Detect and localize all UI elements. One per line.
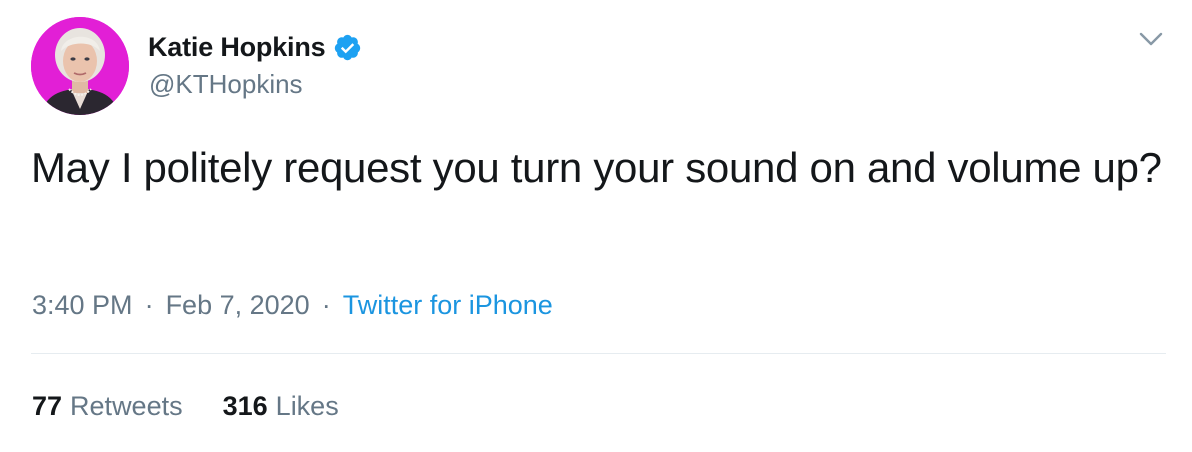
avatar-portrait: [31, 17, 129, 115]
tweet-source-link[interactable]: Twitter for iPhone: [343, 290, 553, 321]
display-name-row: Katie Hopkins: [148, 29, 362, 65]
user-handle[interactable]: @KTHopkins: [149, 69, 303, 100]
tweet-text: May I politely request you turn your sou…: [31, 144, 1162, 191]
tweet-stats: 77 Retweets 316 Likes: [32, 387, 379, 425]
chevron-down-icon[interactable]: [1138, 30, 1164, 48]
verified-badge-icon: [333, 33, 362, 62]
meta-separator: ·: [321, 289, 331, 320]
tweet-card: Katie Hopkins @KTHopkins May I politely …: [0, 0, 1192, 452]
display-name[interactable]: Katie Hopkins: [148, 32, 326, 63]
divider: [31, 353, 1166, 354]
likes-stat[interactable]: 316 Likes: [223, 391, 339, 422]
retweets-stat[interactable]: 77 Retweets: [32, 391, 183, 422]
avatar[interactable]: [31, 17, 129, 115]
likes-count: 316: [222, 390, 268, 421]
retweets-count: 77: [32, 390, 63, 421]
meta-separator: ·: [144, 289, 154, 320]
tweet-date[interactable]: Feb 7, 2020: [166, 290, 310, 321]
tweet-time[interactable]: 3:40 PM: [32, 290, 133, 321]
likes-label: Likes: [275, 390, 339, 421]
retweets-label: Retweets: [70, 390, 183, 421]
tweet-meta: 3:40 PM · Feb 7, 2020 · Twitter for iPho…: [32, 286, 553, 324]
